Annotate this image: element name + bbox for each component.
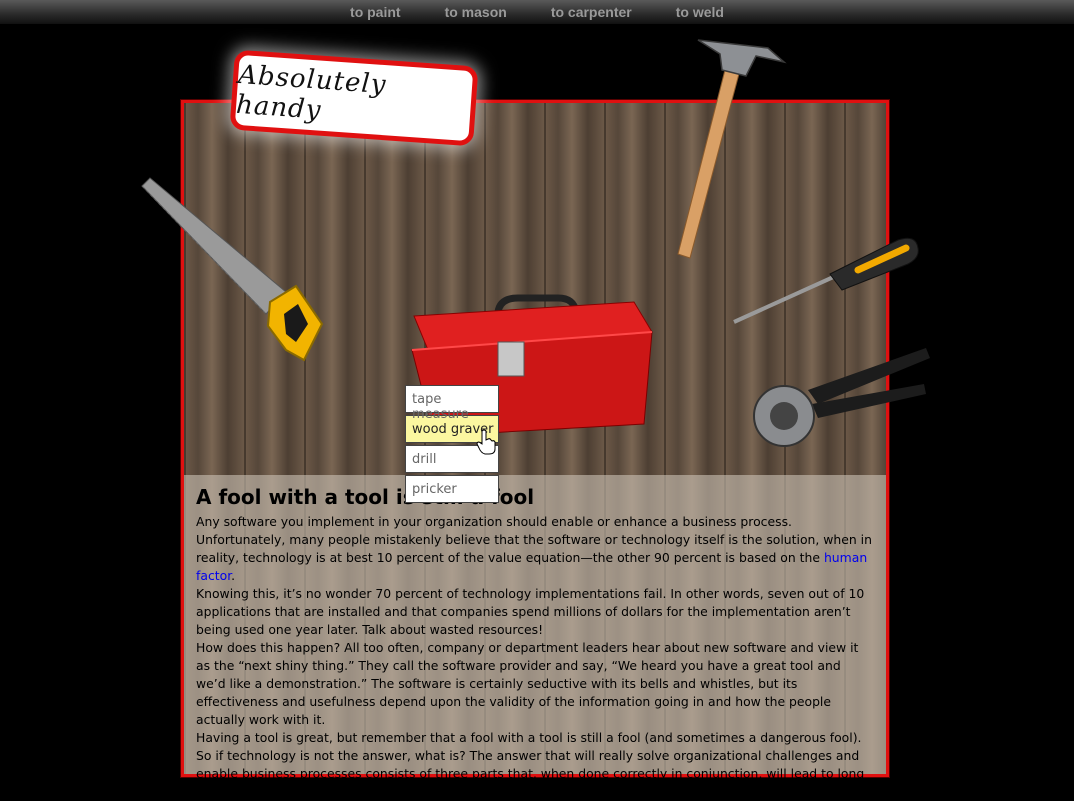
screwdriver-icon[interactable] — [730, 234, 922, 328]
menu-item-tape-measure[interactable]: tape measure — [405, 385, 499, 422]
nav-link-weld[interactable]: to weld — [676, 4, 724, 20]
badge-text: Absolutely handy — [235, 59, 388, 126]
article-paragraph-2: Knowing this, it’s no wonder 70 percent … — [196, 586, 865, 637]
nav-link-carpenter[interactable]: to carpenter — [551, 4, 632, 20]
article-paragraph-5: So if technology is not the answer, what… — [196, 748, 865, 799]
p1-text-after: . — [231, 568, 236, 583]
menu-item-pricker[interactable]: pricker — [405, 475, 499, 503]
article-paragraph-1: Any software you implement in your organ… — [196, 513, 874, 585]
hammer-icon[interactable] — [676, 36, 792, 262]
article-paragraph-3: How does this happen? All too often, com… — [196, 640, 859, 727]
top-nav: to paint to mason to carpenter to weld — [0, 0, 1074, 24]
article-title: A fool with a tool is still a fool — [196, 485, 535, 509]
pincers-icon[interactable] — [748, 344, 932, 452]
nav-link-mason[interactable]: to mason — [445, 4, 507, 20]
article: A fool with a tool is still a fool Any s… — [184, 475, 886, 799]
article-paragraph-4: Having a tool is great, but remember tha… — [196, 730, 862, 745]
nav-link-paint[interactable]: to paint — [350, 4, 401, 20]
saw-icon[interactable] — [136, 174, 326, 366]
hand-cursor-icon — [476, 429, 496, 455]
p1-text-before: Any software you implement in your organ… — [196, 514, 872, 565]
site-logo-badge: Absolutely handy — [229, 49, 479, 147]
